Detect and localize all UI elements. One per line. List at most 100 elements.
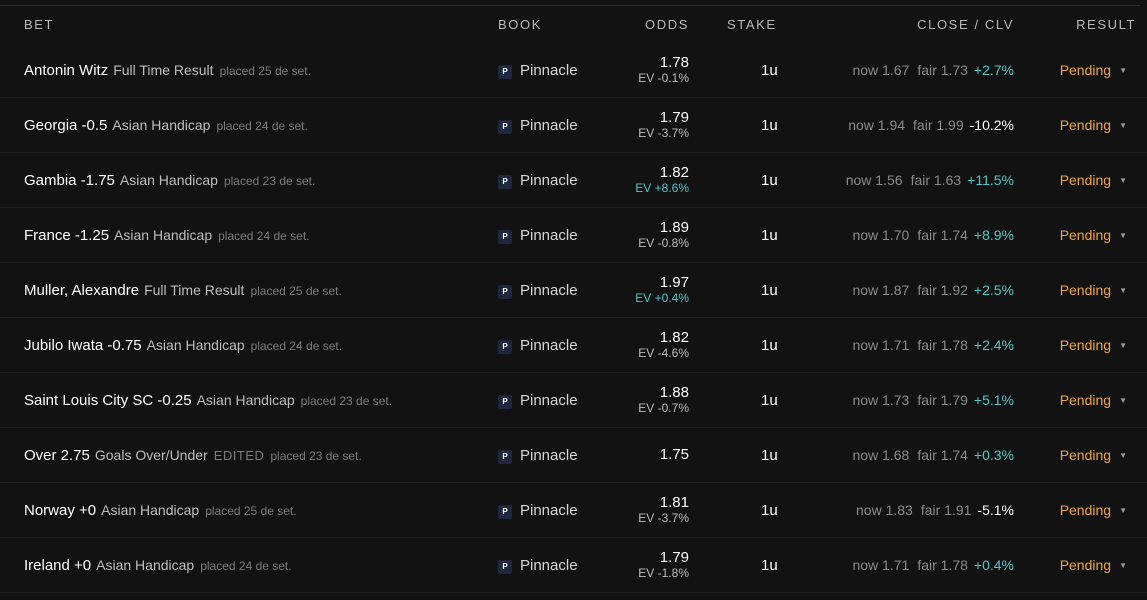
stake-value: 1u [761,447,778,464]
odds-price: 1.88 [659,384,689,401]
close-now: now 1.67 [852,62,910,78]
bet-cell: Norway +0 Asian Handicap placed 25 de set. [24,502,297,519]
book-cell: P Pinnacle [498,62,578,79]
stake-value: 1u [761,337,778,354]
book-name: Pinnacle [520,172,578,189]
close-now: now 1.68 [852,447,910,463]
chevron-down-icon[interactable]: ▼ [1119,231,1127,240]
placed-date: placed 25 de set. [250,284,342,298]
stake-value: 1u [761,282,778,299]
placed-date: placed 23 de set. [300,394,393,408]
close-now: now 1.83 [856,502,913,518]
book-cell: P Pinnacle [498,502,578,519]
result-dropdown[interactable]: Pending ▼ [1060,117,1127,133]
bet-market: Full Time Result [144,282,245,298]
book-name: Pinnacle [520,392,578,409]
odds-price: 1.82 [659,329,689,346]
bet-market: Asian Handicap [112,117,211,133]
result-dropdown[interactable]: Pending ▼ [1060,502,1127,518]
result-status: Pending [1059,557,1112,573]
table-row[interactable]: Muller, Alexandre Full Time Result placed … [0,263,1147,318]
table-row[interactable]: France -1.25 Asian Handicap placed 24 de s… [0,208,1147,263]
book-cell: P Pinnacle [498,282,578,299]
book-name: Pinnacle [520,62,578,79]
odds-cell: 1.97 EV +0.4% [635,274,689,306]
table-row[interactable]: Antonin Witz Full Time Result placed 25 de… [0,43,1147,98]
ev-value: EV +0.4% [635,291,689,305]
header-close-clv[interactable]: CLOSE / CLV [917,17,1014,32]
table-row[interactable]: Ireland +0 Asian Handicap placed 24 de set… [0,538,1147,593]
bet-cell: Gambia -1.75 Asian Handicap placed 23 de s… [24,172,315,189]
result-status: Pending [1059,392,1112,408]
close-clv-cell: now 1.68 fair 1.74 +0.3% [852,447,1014,463]
book-name: Pinnacle [520,117,578,134]
bet-selection: Jubilo Iwata -0.75 [24,337,142,354]
table-row[interactable]: Jubilo Iwata -0.75 Asian Handicap placed 2… [0,318,1147,373]
chevron-down-icon[interactable]: ▼ [1119,66,1127,75]
table-row[interactable]: Georgia -0.5 Asian Handicap placed 24 de s… [0,98,1147,153]
clv-percent: +2.7% [973,62,1014,78]
odds-cell: 1.82 EV +8.6% [635,165,689,196]
bet-selection: Ireland +0 [24,557,92,574]
odds-cell: 1.79 EV -3.7% [638,109,689,141]
bet-cell: Over 2.75 Goals Over/Under EDITED placed 23… [24,447,362,464]
table-body: Antonin Witz Full Time Result placed 25 de… [0,43,1147,593]
result-dropdown[interactable]: Pending ▼ [1060,172,1127,188]
result-dropdown[interactable]: Pending ▼ [1060,392,1127,408]
result-dropdown[interactable]: Pending ▼ [1060,447,1127,463]
ev-value: EV -4.6% [638,346,689,360]
close-now: now 1.56 [845,172,903,188]
table-row[interactable]: Saint Louis City SC -0.25 Asian Handicap p… [0,373,1147,428]
odds-cell: 1.75 [660,447,689,463]
chevron-down-icon[interactable]: ▼ [1119,176,1127,185]
chevron-down-icon[interactable]: ▼ [1119,451,1127,460]
table-row[interactable]: Over 2.75 Goals Over/Under EDITED placed 23… [0,428,1147,483]
pinnacle-logo-icon: P [498,285,512,299]
result-dropdown[interactable]: Pending ▼ [1060,557,1127,573]
result-dropdown[interactable]: Pending ▼ [1060,337,1127,353]
chevron-down-icon[interactable]: ▼ [1119,341,1127,350]
stake-value: 1u [761,117,778,134]
close-now: now 1.94 [848,117,906,133]
book-name: Pinnacle [520,447,578,464]
header-book[interactable]: BOOK [498,17,542,32]
pinnacle-logo-icon: P [498,395,512,409]
header-odds[interactable]: ODDS [645,17,689,32]
chevron-down-icon[interactable]: ▼ [1119,506,1127,515]
close-clv-cell: now 1.70 fair 1.74 +8.9% [852,227,1014,243]
header-bet[interactable]: BET [24,17,54,32]
chevron-down-icon[interactable]: ▼ [1119,121,1127,130]
odds-price: 1.79 [659,109,689,126]
clv-percent: +8.9% [973,227,1014,243]
ev-value: EV -3.7% [638,511,689,525]
bet-market: Asian Handicap [96,557,195,573]
bet-market: Asian Handicap [119,172,218,188]
result-status: Pending [1059,502,1112,518]
table-row[interactable]: Norway +0 Asian Handicap placed 25 de set.… [0,483,1147,538]
clv-percent: -10.2% [969,117,1014,133]
header-result[interactable]: RESULT [1076,17,1136,32]
result-dropdown[interactable]: Pending ▼ [1060,227,1127,243]
result-dropdown[interactable]: Pending ▼ [1060,62,1127,78]
bet-market: Asian Handicap [101,502,200,518]
pinnacle-logo-icon: P [498,340,512,354]
odds-cell: 1.88 EV -0.7% [638,384,689,416]
chevron-down-icon[interactable]: ▼ [1119,286,1127,295]
table-row[interactable]: Gambia -1.75 Asian Handicap placed 23 de s… [0,153,1147,208]
result-status: Pending [1059,447,1112,463]
result-dropdown[interactable]: Pending ▼ [1060,282,1127,298]
header-stake[interactable]: STAKE [727,17,777,32]
pinnacle-logo-icon: P [498,65,512,79]
placed-date: placed 24 de set. [216,119,308,133]
bet-selection: Antonin Witz [24,62,109,79]
close-fair: fair 1.78 [917,557,968,573]
pinnacle-logo-icon: P [498,230,512,244]
book-cell: P Pinnacle [498,447,578,464]
odds-price: 1.97 [659,274,689,291]
book-name: Pinnacle [520,227,578,244]
close-fair: fair 1.78 [917,337,968,353]
clv-percent: +5.1% [973,392,1014,408]
stake-value: 1u [761,502,778,519]
chevron-down-icon[interactable]: ▼ [1119,561,1127,570]
chevron-down-icon[interactable]: ▼ [1119,396,1127,405]
